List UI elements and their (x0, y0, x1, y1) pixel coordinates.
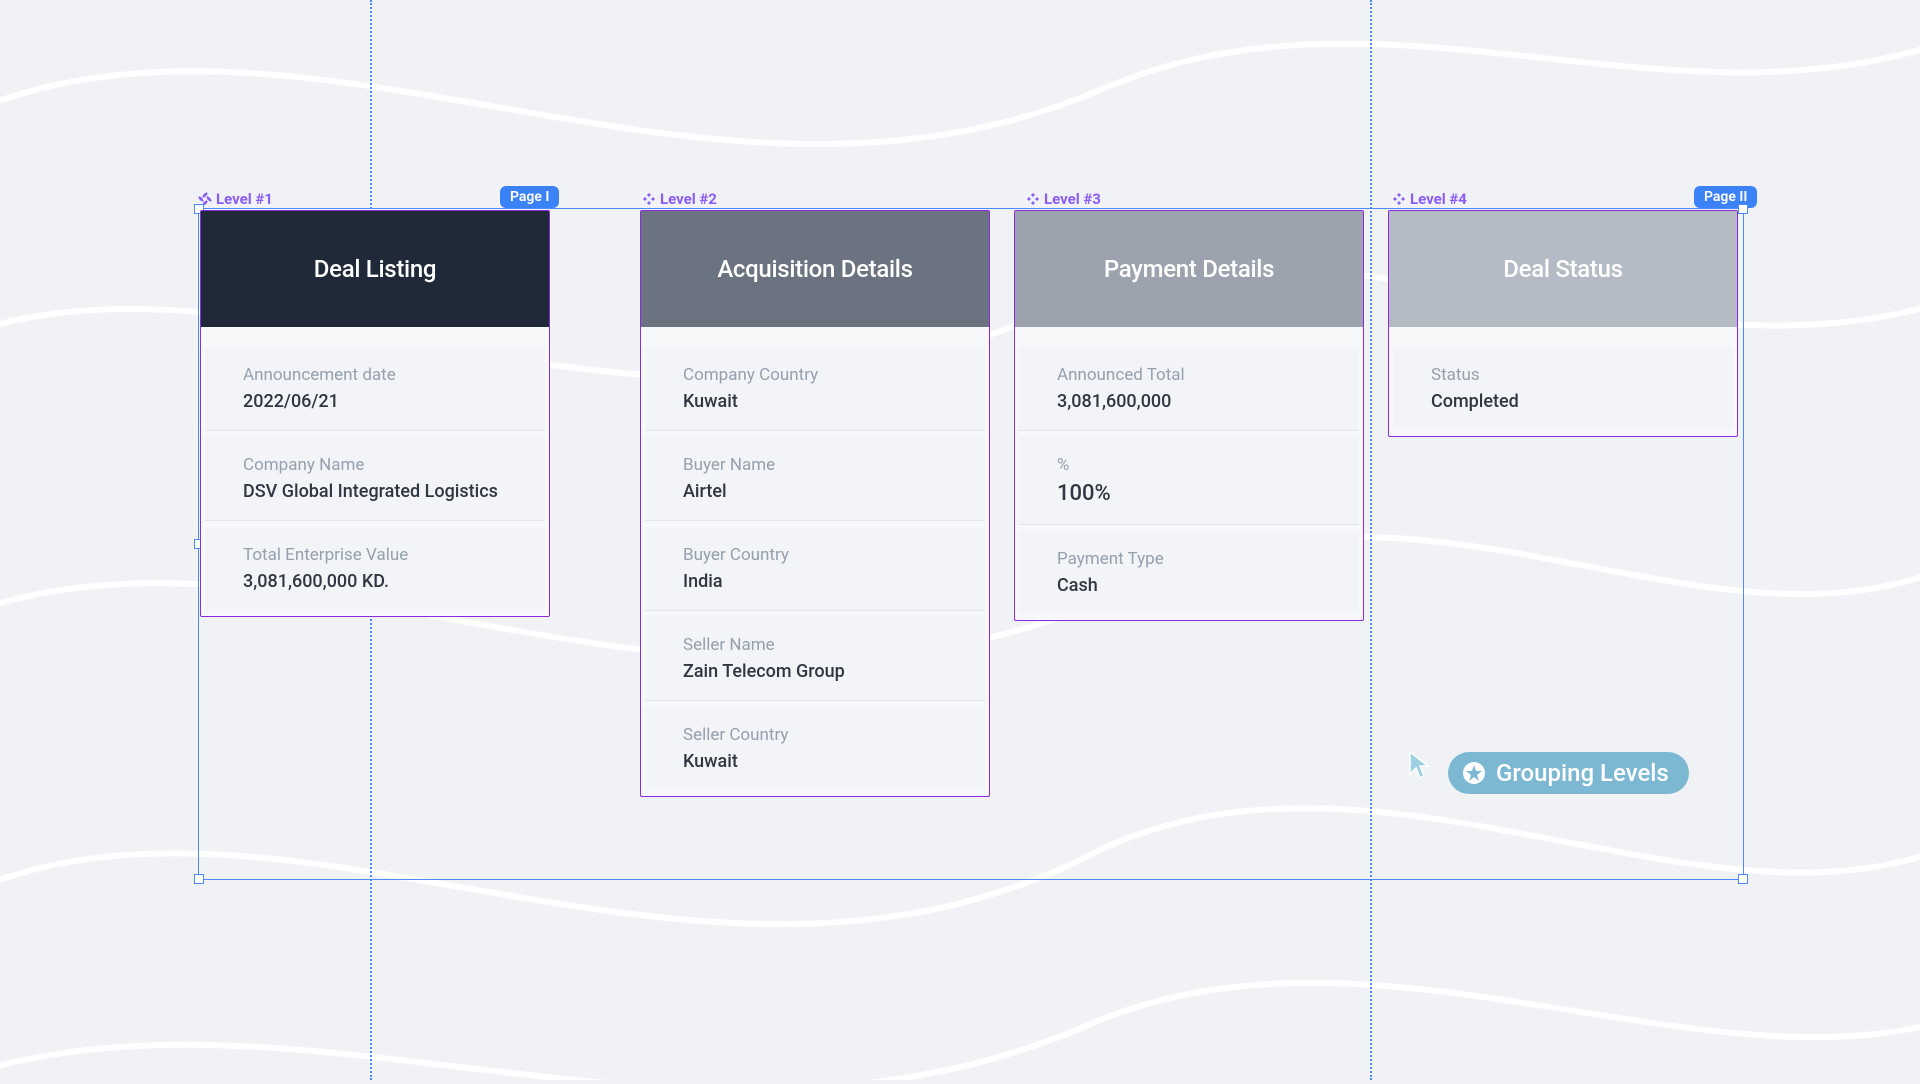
field-label: Buyer Country (683, 545, 947, 565)
grouping-levels-label: Grouping Levels (1496, 759, 1669, 787)
field-value: 100% (1057, 481, 1321, 506)
component-icon (1392, 192, 1406, 206)
field-label: Seller Country (683, 725, 947, 745)
field-label: Company Country (683, 365, 947, 385)
component-icon (642, 192, 656, 206)
card-deal-listing[interactable]: Deal Listing Announcement date 2022/06/2… (200, 210, 550, 617)
field-value: Kuwait (683, 751, 947, 772)
card-header: Deal Listing (201, 211, 549, 327)
field-total-enterprise-value[interactable]: Total Enterprise Value 3,081,600,000 KD. (205, 527, 545, 610)
level-label-text: Level #1 (216, 190, 273, 208)
field-buyer-name[interactable]: Buyer Name Airtel (645, 437, 985, 521)
card-deal-status[interactable]: Deal Status Status Completed (1388, 210, 1738, 437)
field-announced-total[interactable]: Announced Total 3,081,600,000 (1019, 347, 1359, 431)
level-label-text: Level #2 (660, 190, 717, 208)
page-badge[interactable]: Page I (500, 186, 559, 208)
field-label: Announced Total (1057, 365, 1321, 385)
field-value: India (683, 571, 947, 592)
field-value: 3,081,600,000 (1057, 391, 1321, 412)
field-status[interactable]: Status Completed (1393, 347, 1733, 430)
level-label-text: Level #4 (1410, 190, 1467, 208)
grouping-levels-button[interactable]: Grouping Levels (1448, 752, 1689, 794)
card-payment-details[interactable]: Payment Details Announced Total 3,081,60… (1014, 210, 1364, 621)
selection-handle[interactable] (1738, 874, 1748, 884)
field-value: Zain Telecom Group (683, 661, 947, 682)
field-value: Kuwait (683, 391, 947, 412)
card-header: Acquisition Details (641, 211, 989, 327)
field-seller-name[interactable]: Seller Name Zain Telecom Group (645, 617, 985, 701)
field-value: Airtel (683, 481, 947, 502)
field-label: Status (1431, 365, 1695, 385)
level-label[interactable]: Level #1 (198, 190, 273, 208)
level-label-text: Level #3 (1044, 190, 1101, 208)
field-label: % (1057, 455, 1321, 475)
field-value: 3,081,600,000 KD. (243, 571, 507, 592)
field-seller-country[interactable]: Seller Country Kuwait (645, 707, 985, 790)
level-label[interactable]: Level #3 (1026, 190, 1101, 208)
field-label: Buyer Name (683, 455, 947, 475)
field-label: Announcement date (243, 365, 507, 385)
field-company-country[interactable]: Company Country Kuwait (645, 347, 985, 431)
star-icon (1462, 761, 1486, 785)
cursor-icon (1408, 750, 1430, 780)
field-payment-type[interactable]: Payment Type Cash (1019, 531, 1359, 614)
field-label: Company Name (243, 455, 507, 475)
field-label: Total Enterprise Value (243, 545, 507, 565)
field-value: DSV Global Integrated Logistics (243, 481, 507, 502)
field-label: Payment Type (1057, 549, 1321, 569)
card-header: Deal Status (1389, 211, 1737, 327)
field-value: Cash (1057, 575, 1321, 596)
field-value: 2022/06/21 (243, 391, 507, 412)
field-announcement-date[interactable]: Announcement date 2022/06/21 (205, 347, 545, 431)
card-header: Payment Details (1015, 211, 1363, 327)
field-company-name[interactable]: Company Name DSV Global Integrated Logis… (205, 437, 545, 521)
card-acquisition-details[interactable]: Acquisition Details Company Country Kuwa… (640, 210, 990, 797)
level-label[interactable]: Level #4 (1392, 190, 1467, 208)
field-buyer-country[interactable]: Buyer Country India (645, 527, 985, 611)
selection-handle[interactable] (194, 874, 204, 884)
selection-handle[interactable] (1738, 204, 1748, 214)
field-value: Completed (1431, 391, 1695, 412)
component-icon (1026, 192, 1040, 206)
field-label: Seller Name (683, 635, 947, 655)
field-percent[interactable]: % 100% (1019, 437, 1359, 525)
level-label[interactable]: Level #2 (642, 190, 717, 208)
